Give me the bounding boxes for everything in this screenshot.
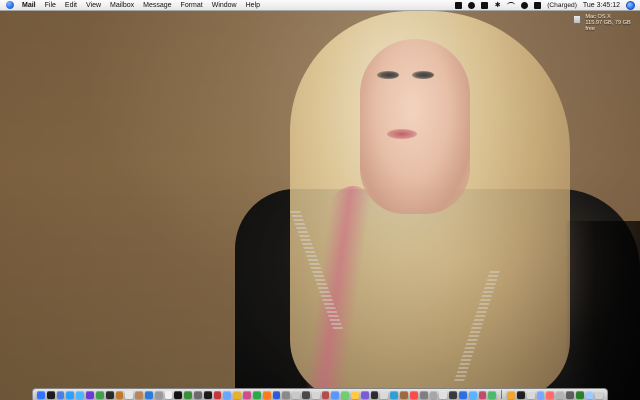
dock-app-icon[interactable]	[95, 390, 104, 399]
hard-drive-icon	[573, 15, 582, 24]
menu-items: Mail File Edit View Mailbox Message Form…	[22, 0, 260, 11]
dock-app-icon[interactable]	[203, 390, 212, 399]
dock-app-icon[interactable]	[115, 390, 124, 399]
dock-app-icon[interactable]	[164, 390, 173, 399]
menu-message[interactable]: Message	[143, 0, 171, 11]
volume-icon[interactable]	[521, 1, 529, 9]
menu-window[interactable]: Window	[212, 0, 237, 11]
wallpaper-face	[360, 39, 470, 214]
dock-app-icon[interactable]	[37, 390, 45, 399]
dock-app-icon[interactable]	[390, 390, 399, 399]
status-icon-2[interactable]	[468, 1, 476, 9]
wallpaper-eye-left	[377, 71, 399, 79]
dock-app-icon[interactable]	[468, 390, 477, 399]
dock-separator	[501, 390, 503, 399]
spotlight-icon[interactable]	[626, 0, 635, 10]
menu-format[interactable]: Format	[181, 0, 203, 11]
battery-status-text: (Charged)	[547, 1, 577, 9]
bluetooth-icon[interactable]: ✱	[494, 2, 501, 9]
dock-app-icon[interactable]	[536, 390, 545, 399]
wallpaper-dark-right	[565, 221, 640, 400]
dock-app-icon[interactable]	[144, 390, 153, 399]
menu-file[interactable]: File	[45, 0, 56, 11]
dock-app-icon[interactable]	[76, 390, 85, 399]
dock-app-icon[interactable]	[194, 390, 202, 399]
dock-app-icon[interactable]	[223, 390, 232, 399]
trash-icon[interactable]	[595, 390, 604, 399]
status-icon-1[interactable]	[455, 1, 463, 9]
wallpaper-portrait	[0, 11, 640, 400]
dock-app-icon[interactable]	[46, 390, 55, 399]
dock-app-icon[interactable]	[575, 390, 584, 399]
dock-app-icon[interactable]	[213, 390, 222, 399]
dock-app-icon[interactable]	[135, 390, 143, 399]
dock-app-icon[interactable]	[351, 390, 359, 399]
dock-app-icon[interactable]	[56, 390, 65, 399]
dock-app-icon[interactable]	[566, 390, 574, 399]
dock-app-icon[interactable]	[526, 390, 535, 399]
dock-app-icon[interactable]	[66, 390, 75, 399]
dock-app-icon[interactable]	[449, 390, 457, 399]
dock-app-icon[interactable]	[585, 390, 594, 399]
wifi-icon[interactable]	[507, 2, 516, 8]
dock-app-icon[interactable]	[360, 390, 369, 399]
menu-bar: Mail File Edit View Mailbox Message Form…	[0, 0, 640, 11]
dock-app-icon[interactable]	[105, 390, 114, 399]
dock-app-icon[interactable]	[282, 390, 291, 399]
dock-app-icon[interactable]	[370, 390, 379, 399]
dock-app-icon[interactable]	[419, 390, 428, 399]
desktop-drive-line2: 115.97 GB, 79 GB free	[585, 20, 631, 33]
dock-app-icon[interactable]	[400, 390, 408, 399]
dock-app-icon[interactable]	[488, 390, 497, 399]
dock-app-icon[interactable]	[458, 390, 467, 399]
dock-app-icon[interactable]	[429, 390, 438, 399]
menu-help[interactable]: Help	[246, 0, 260, 11]
dock-app-icon[interactable]	[321, 390, 330, 399]
dock-app-icon[interactable]	[252, 390, 261, 399]
dock-app-icon[interactable]	[184, 390, 192, 399]
dock-app-icon[interactable]	[507, 390, 515, 399]
menu-status-area: ✱ (Charged) Tue 3:45:12	[455, 0, 640, 10]
dock-app-icon[interactable]	[262, 390, 271, 399]
menu-edit[interactable]: Edit	[65, 0, 77, 11]
dock-app-icon[interactable]	[243, 390, 251, 399]
clock-text[interactable]: Tue 3:45:12	[583, 2, 620, 9]
desktop-drive-label: Mac OS X 115.97 GB, 79 GB free	[585, 14, 637, 33]
wallpaper-eye-right	[412, 71, 434, 79]
wallpaper-lips	[387, 129, 417, 139]
desktop-drive-icon[interactable]: Mac OS X 115.97 GB, 79 GB free	[573, 14, 637, 32]
menu-mailbox[interactable]: Mailbox	[110, 0, 134, 11]
menu-app-name[interactable]: Mail	[22, 0, 36, 11]
menu-view[interactable]: View	[86, 0, 101, 11]
dock-app-icon[interactable]	[292, 390, 300, 399]
dock-app-icon[interactable]	[311, 390, 320, 399]
dock-app-icon[interactable]	[478, 390, 487, 399]
dock	[32, 388, 608, 400]
dock-app-icon[interactable]	[154, 390, 163, 399]
apple-icon[interactable]	[6, 1, 14, 9]
dock-app-icon[interactable]	[272, 390, 281, 399]
dock-app-icon[interactable]	[380, 390, 389, 399]
dock-app-icon[interactable]	[86, 390, 94, 399]
dock-app-icon[interactable]	[233, 390, 242, 399]
dock-app-icon[interactable]	[516, 390, 525, 399]
dock-app-icon[interactable]	[125, 390, 134, 399]
dock-app-icon[interactable]	[556, 390, 565, 399]
dock-app-icon[interactable]	[174, 390, 183, 399]
dock-app-icon[interactable]	[409, 390, 418, 399]
dock-app-icon[interactable]	[301, 390, 310, 399]
dock-app-icon[interactable]	[341, 390, 349, 399]
dock-app-icon[interactable]	[439, 390, 448, 399]
status-icon-3[interactable]	[481, 1, 489, 9]
battery-icon[interactable]	[534, 1, 542, 9]
dock-app-icon[interactable]	[331, 390, 340, 399]
dock-app-icon[interactable]	[546, 390, 555, 399]
